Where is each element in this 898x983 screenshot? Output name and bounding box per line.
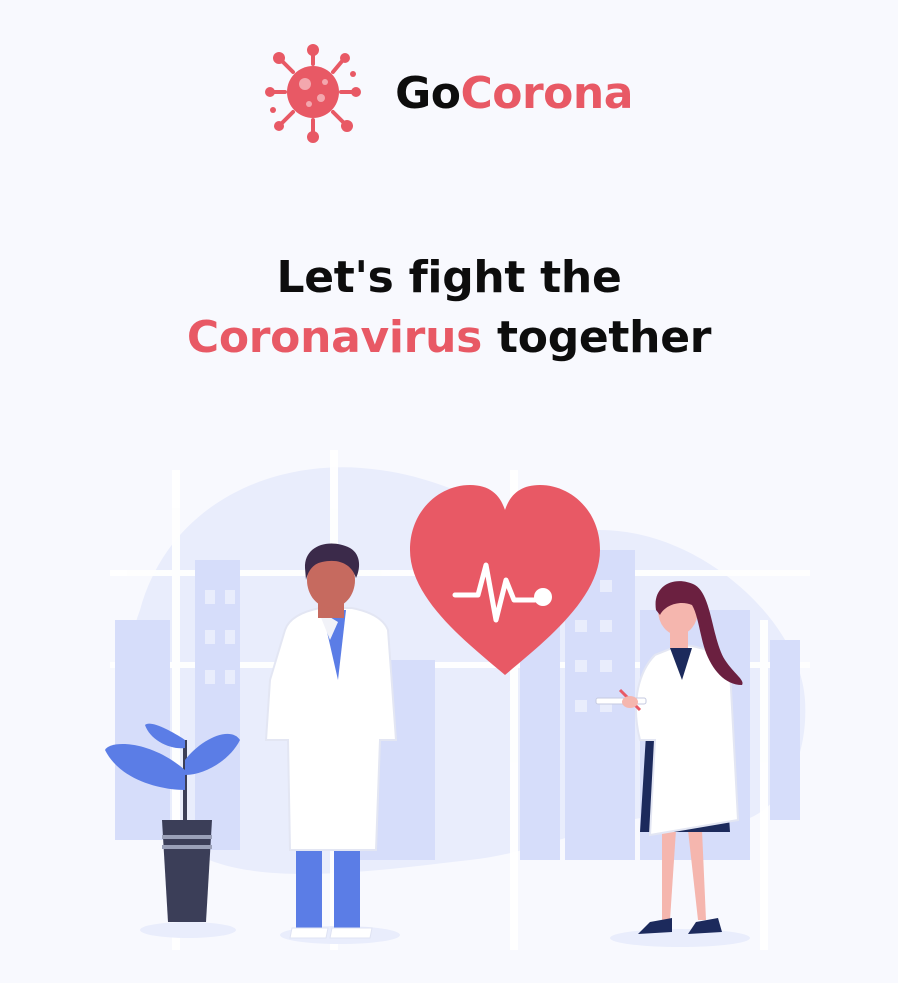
doctors-illustration [105, 450, 810, 950]
brand-header: GoCorona [0, 44, 898, 144]
hero-headline: Let's fight the Coronavirus together [0, 248, 898, 368]
hero-highlight: Coronavirus [186, 312, 482, 363]
brand-name-go: Go [395, 68, 461, 119]
hero-line-2-rest: together [497, 312, 712, 363]
brand-name-corona: Corona [460, 68, 633, 119]
virus-logo-icon [265, 44, 362, 143]
brand-name: GoCorona [395, 72, 633, 116]
hero-line-1: Let's fight the [276, 252, 622, 303]
